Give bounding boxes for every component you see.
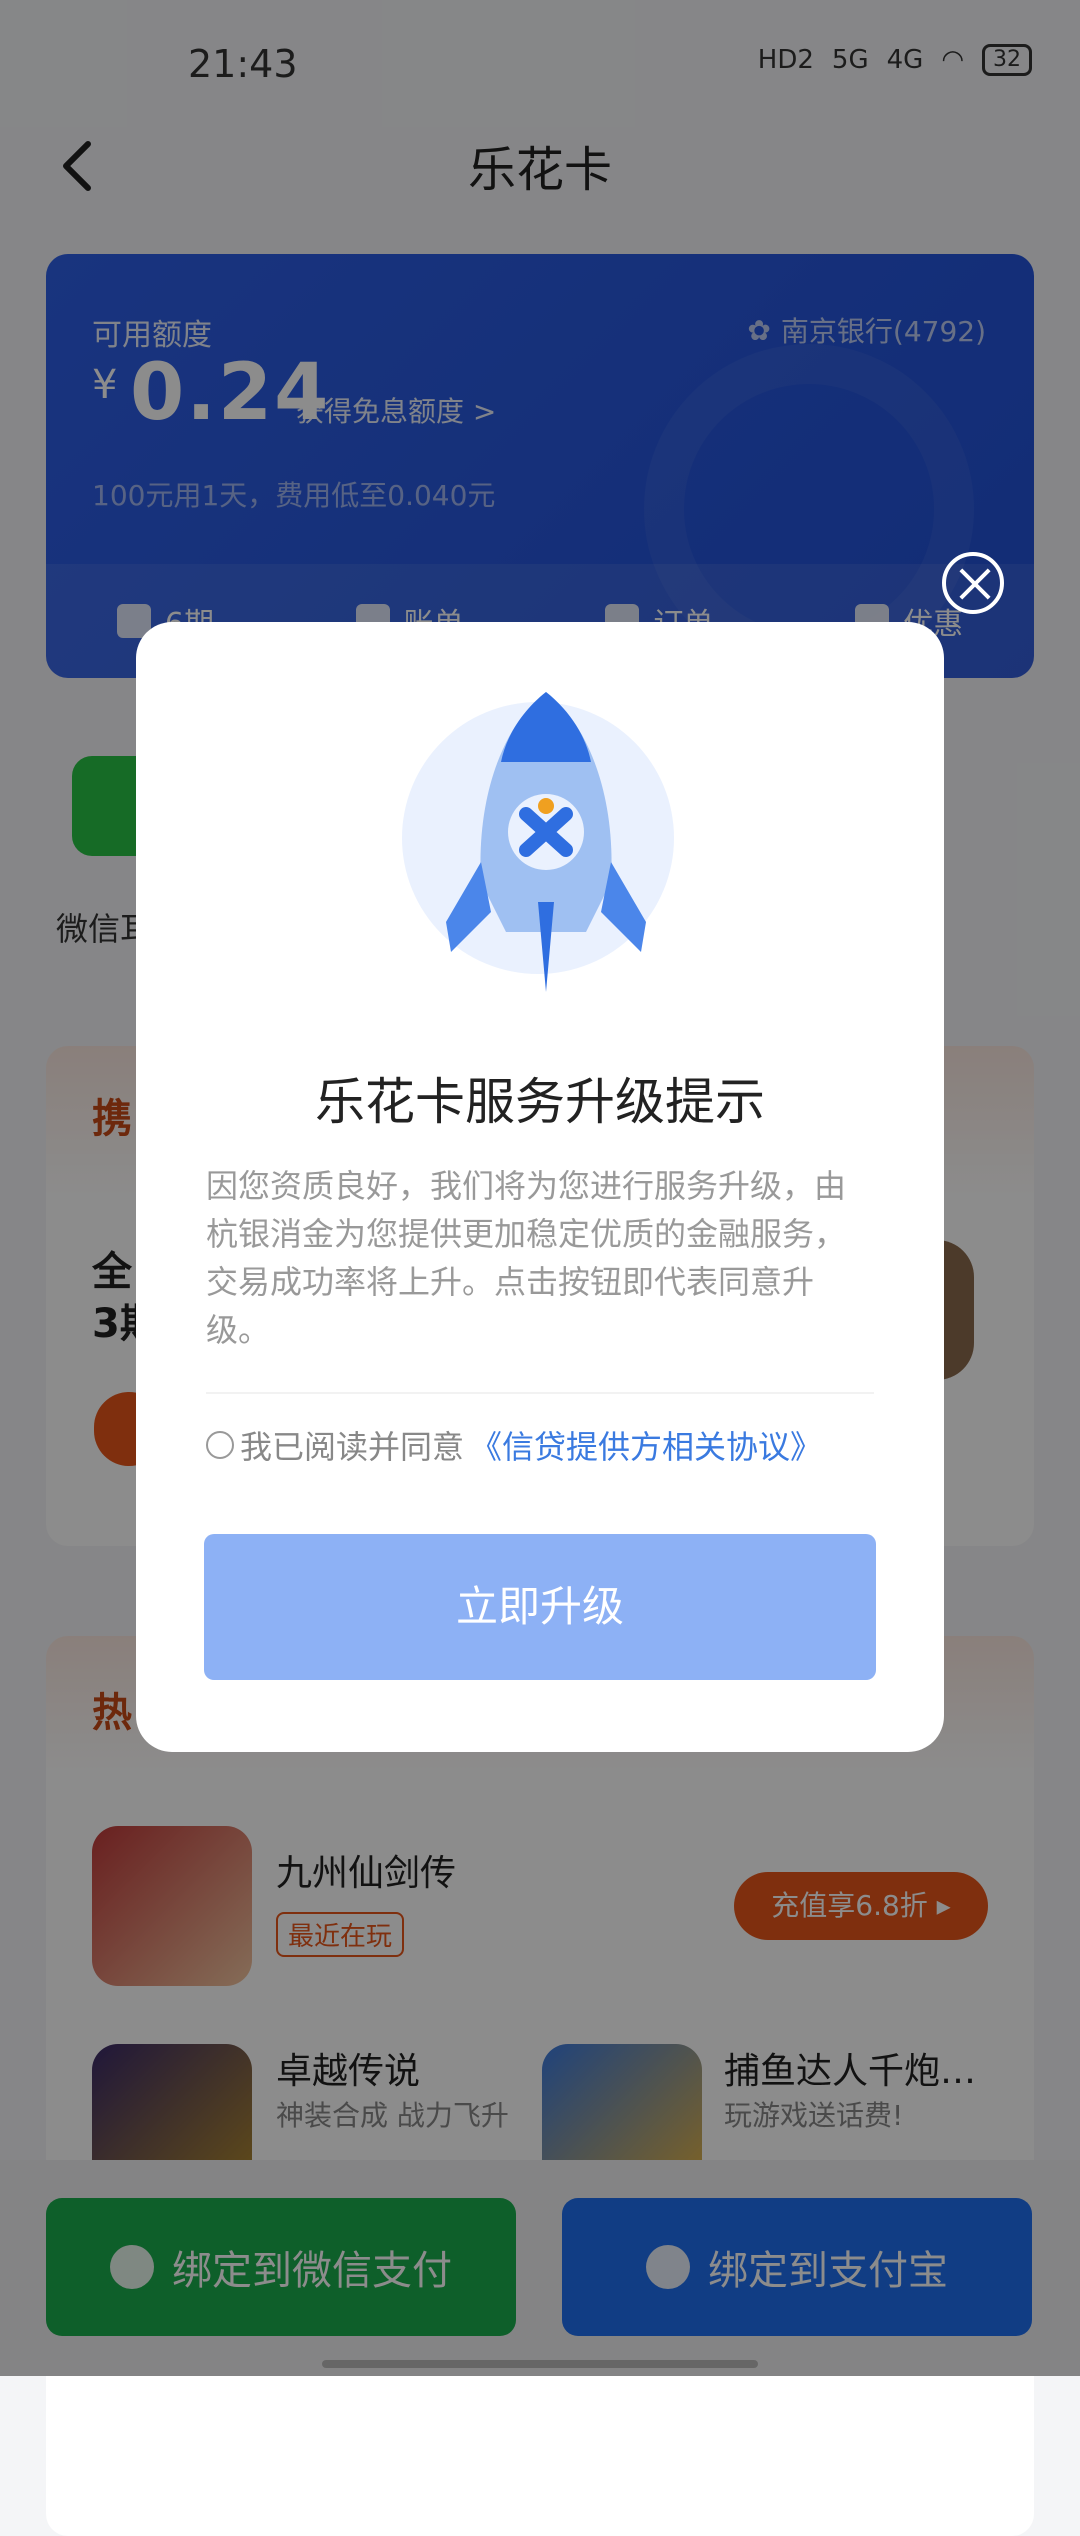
upgrade-now-button[interactable]: 立即升级 xyxy=(204,1534,876,1680)
agree-text: 我已阅读并同意 xyxy=(240,1428,465,1466)
dialog-body: 因您资质良好，我们将为您进行服务升级，由杭银消金为您提供更加稳定优质的金融服务，… xyxy=(206,1167,847,1349)
close-icon[interactable] xyxy=(942,552,1004,614)
rocket-icon xyxy=(446,692,646,992)
agree-radio[interactable] xyxy=(206,1431,234,1459)
dialog-divider xyxy=(206,1392,874,1394)
agreement-row: 我已阅读并同意 《信贷提供方相关协议》 xyxy=(206,1422,822,1468)
dialog-title: 乐花卡服务升级提示 xyxy=(315,1073,765,1131)
agreement-link[interactable]: 《信贷提供方相关协议》 xyxy=(470,1422,822,1468)
upgrade-dialog: 乐花卡服务升级提示 因您资质良好，我们将为您进行服务升级，由杭银消金为您提供更加… xyxy=(136,622,944,1752)
